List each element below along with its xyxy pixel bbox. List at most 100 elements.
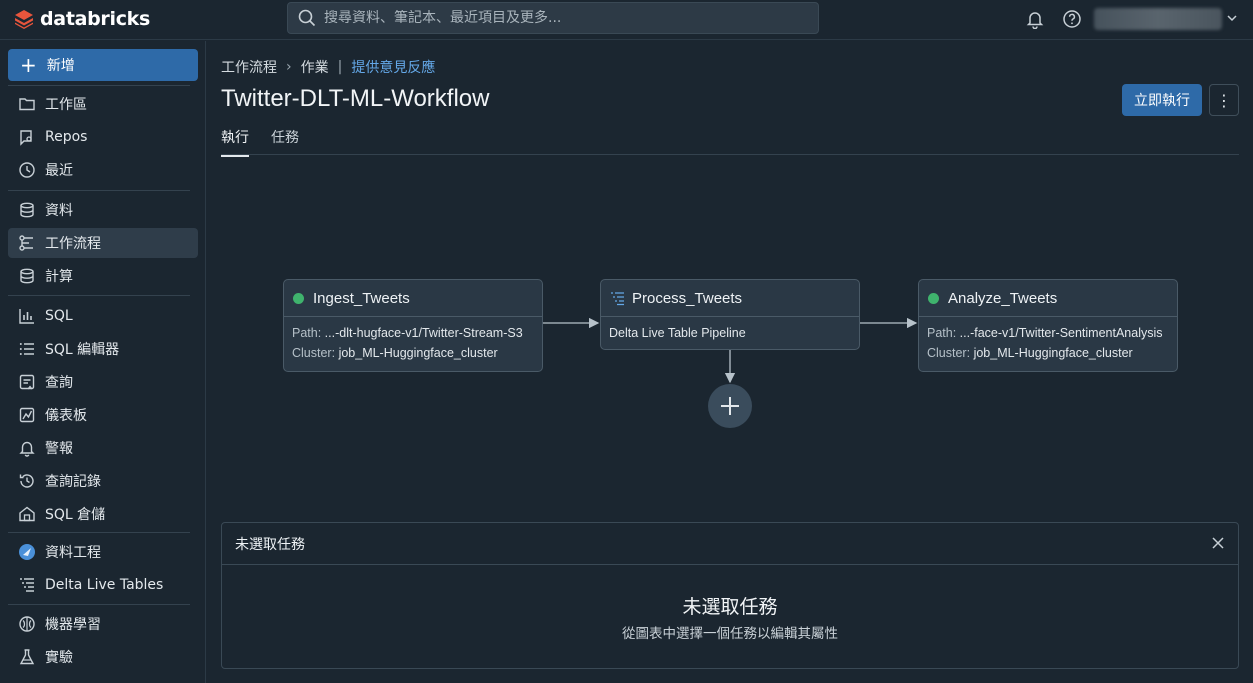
sidebar-item-label: SQL bbox=[45, 308, 73, 324]
empty-state-title: 未選取任務 bbox=[682, 596, 778, 618]
new-button[interactable]: + 新增 bbox=[8, 49, 198, 81]
history-icon bbox=[19, 474, 34, 488]
path-key: Path: bbox=[927, 326, 957, 340]
bell-icon bbox=[19, 441, 35, 457]
task-node-body: Delta Live Table Pipeline bbox=[601, 317, 859, 349]
sidebar-item-data-engineering[interactable]: 資料工程 bbox=[8, 537, 198, 567]
task-name: Process_Tweets bbox=[632, 289, 743, 307]
repos-icon bbox=[20, 130, 32, 146]
list-icon bbox=[19, 343, 34, 355]
sidebar-item-delta-live-tables[interactable]: Delta Live Tables bbox=[8, 570, 198, 600]
sidebar-item-machine-learning[interactable]: 機器學習 bbox=[8, 609, 198, 639]
task-node-body: Path: ...-face-v1/Twitter-SentimentAnaly… bbox=[919, 317, 1177, 371]
dlt-icon bbox=[20, 578, 34, 592]
sidebar-item-dashboards[interactable]: 儀表板 bbox=[8, 400, 198, 430]
database-icon bbox=[20, 202, 34, 218]
sidebar-item-queries[interactable]: 查詢 bbox=[8, 367, 198, 397]
chevron-down-icon[interactable] bbox=[1226, 12, 1238, 24]
databricks-logo[interactable]: databricks bbox=[14, 8, 150, 30]
sidebar-divider bbox=[8, 532, 190, 533]
sidebar-item-label: Delta Live Tables bbox=[45, 577, 164, 593]
sidebar-divider bbox=[8, 604, 190, 605]
workflow-icon bbox=[19, 235, 33, 251]
search-input[interactable] bbox=[324, 10, 804, 26]
sidebar-item-recents[interactable]: 最近 bbox=[8, 155, 198, 185]
sidebar-item-sql-editor[interactable]: SQL 編輯器 bbox=[8, 334, 198, 364]
sidebar-item-sql-warehouses[interactable]: SQL 倉儲 bbox=[8, 499, 198, 529]
top-bar: databricks bbox=[0, 0, 1253, 40]
sidebar-item-label: SQL 倉儲 bbox=[45, 507, 106, 523]
sidebar-item-experiments[interactable]: 實驗 bbox=[8, 642, 198, 672]
panel-header: 未選取任務 bbox=[222, 523, 1238, 565]
user-account-menu[interactable] bbox=[1094, 8, 1222, 30]
flask-icon bbox=[19, 649, 35, 665]
sidebar-item-label: Repos bbox=[45, 129, 88, 145]
sidebar-item-repos[interactable]: Repos bbox=[8, 122, 198, 152]
bar-chart-icon bbox=[19, 309, 34, 324]
task-node-body: Path: ...-dlt-hugface-v1/Twitter-Stream-… bbox=[284, 317, 542, 371]
close-icon[interactable] bbox=[1210, 535, 1226, 551]
status-dot bbox=[928, 292, 939, 304]
sidebar-item-label: 工作區 bbox=[45, 97, 87, 113]
sidebar-item-label: 儀表板 bbox=[45, 408, 87, 424]
path-key: Path: bbox=[292, 326, 322, 340]
plus-icon: + bbox=[20, 53, 37, 77]
brain-icon bbox=[19, 616, 35, 632]
task-node-process-tweets[interactable]: Process_Tweets Delta Live Table Pipeline bbox=[600, 279, 860, 350]
task-name: Ingest_Tweets bbox=[313, 289, 410, 307]
sidebar-item-compute[interactable]: 計算 bbox=[8, 261, 198, 291]
search-icon bbox=[298, 9, 316, 27]
sidebar-item-workspace[interactable]: 工作區 bbox=[8, 89, 198, 119]
sidebar-item-label: 工作流程 bbox=[45, 236, 101, 252]
task-cluster: job_ML-Huggingface_cluster bbox=[338, 346, 498, 360]
task-name: Analyze_Tweets bbox=[948, 289, 1058, 307]
sidebar-item-label: 計算 bbox=[45, 269, 73, 285]
sidebar-item-label: 警報 bbox=[45, 441, 73, 457]
add-task-button[interactable] bbox=[708, 384, 752, 428]
task-type: Delta Live Table Pipeline bbox=[609, 326, 746, 340]
main-content: 工作流程 › 作業 | 提供意見反應 Twitter-DLT-ML-Workfl… bbox=[207, 41, 1253, 683]
status-dot bbox=[293, 292, 304, 304]
sidebar-item-label: 最近 bbox=[45, 163, 73, 179]
task-node-header: Ingest_Tweets bbox=[284, 280, 542, 317]
sidebar-item-label: 資料工程 bbox=[45, 545, 101, 561]
search-bar[interactable] bbox=[287, 2, 819, 34]
notification-bell-icon[interactable] bbox=[1025, 9, 1045, 29]
sidebar-divider bbox=[8, 190, 190, 191]
cluster-key: Cluster: bbox=[292, 346, 336, 360]
sidebar-item-data[interactable]: 資料 bbox=[8, 195, 198, 225]
pipeline-icon bbox=[611, 291, 624, 305]
task-path: ...-face-v1/Twitter-SentimentAnalysis bbox=[959, 326, 1163, 340]
help-icon[interactable] bbox=[1062, 9, 1082, 29]
task-node-ingest-tweets[interactable]: Ingest_Tweets Path: ...-dlt-hugface-v1/T… bbox=[283, 279, 543, 372]
dag-edges bbox=[543, 317, 918, 384]
brand-name: databricks bbox=[40, 8, 151, 30]
task-details-panel: 未選取任務 未選取任務 從圖表中選擇一個任務以編輯其屬性 bbox=[221, 522, 1239, 669]
query-icon bbox=[19, 374, 35, 390]
task-path: ...-dlt-hugface-v1/Twitter-Stream-S3 bbox=[324, 326, 523, 340]
sidebar-item-label: 資料 bbox=[45, 203, 73, 219]
sidebar-item-label: 查詢 bbox=[45, 375, 73, 391]
task-cluster: job_ML-Huggingface_cluster bbox=[973, 346, 1133, 360]
cluster-key: Cluster: bbox=[927, 346, 971, 360]
sidebar-item-alerts[interactable]: 警報 bbox=[8, 433, 198, 463]
sidebar-divider bbox=[8, 85, 190, 86]
sidebar-item-sql[interactable]: SQL bbox=[8, 301, 198, 331]
warehouse-icon bbox=[19, 506, 35, 522]
empty-state-subtitle: 從圖表中選擇一個任務以編輯其屬性 bbox=[622, 626, 838, 642]
databricks-logo-icon bbox=[15, 10, 33, 29]
task-node-analyze-tweets[interactable]: Analyze_Tweets Path: ...-face-v1/Twitter… bbox=[918, 279, 1178, 372]
sidebar: + 新增 工作區 Repos 最近 資料 工作流程 計算 SQL SQL 編輯器… bbox=[0, 41, 206, 683]
sidebar-divider bbox=[8, 295, 190, 296]
sidebar-item-label: 查詢記錄 bbox=[45, 474, 101, 490]
sidebar-item-label: SQL 編輯器 bbox=[45, 342, 120, 358]
sidebar-item-label: 機器學習 bbox=[45, 617, 101, 633]
folder-icon bbox=[19, 98, 35, 111]
sidebar-item-query-history[interactable]: 查詢記錄 bbox=[8, 466, 198, 496]
sidebar-item-label: 實驗 bbox=[45, 650, 73, 666]
task-node-header: Process_Tweets bbox=[601, 280, 859, 317]
new-button-label: 新增 bbox=[46, 58, 75, 74]
task-node-header: Analyze_Tweets bbox=[919, 280, 1177, 317]
clock-icon bbox=[19, 162, 35, 178]
sidebar-item-workflows[interactable]: 工作流程 bbox=[8, 228, 198, 258]
